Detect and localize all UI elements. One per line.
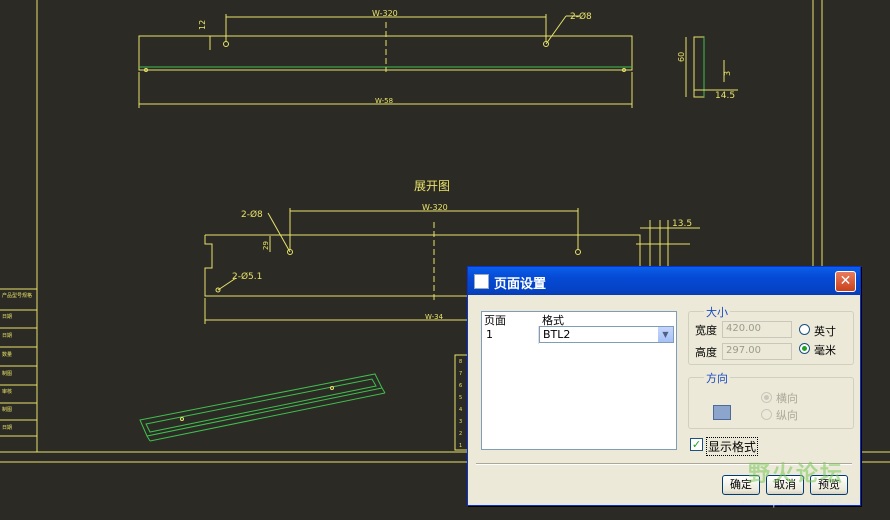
unit-mm-label: 毫米 (814, 344, 836, 357)
unit-mm-radio[interactable] (799, 343, 810, 354)
table-right-cell: 3 (459, 419, 462, 425)
top-hole-leader (545, 15, 567, 45)
dim-top-w320: W-320 (372, 9, 398, 18)
dialog-separator (476, 463, 852, 465)
unit-inch-label: 英寸 (814, 325, 836, 338)
close-button[interactable]: ✕ (835, 271, 856, 292)
format-select[interactable]: BTL2 ▼ (539, 326, 674, 343)
dim-unfold-135: 13.5 (672, 219, 692, 229)
iso-model (139, 373, 386, 442)
row-page-number[interactable]: 1 (486, 328, 493, 341)
table-right-cell: 2 (459, 431, 462, 437)
dim-top-hole: 2-Ø8 (570, 11, 592, 22)
size-group-legend: 大小 (704, 304, 730, 320)
show-format-checkbox[interactable]: ✓ (690, 438, 703, 451)
radio-selected-dot (802, 346, 807, 351)
table-right-cell: 4 (459, 407, 462, 413)
table-left-cell: 日期 (2, 333, 12, 339)
table-left-cell: 产品型号规格 (2, 292, 32, 299)
unfold-hole-leader (267, 212, 291, 253)
dim-side-60: 60 (677, 52, 686, 62)
top-view-hole-left (223, 41, 229, 47)
portrait-radio[interactable] (761, 409, 772, 420)
unfold-hole-right (575, 249, 581, 255)
width-label: 宽度 (695, 324, 717, 337)
table-right-cell: 1 (459, 443, 462, 449)
dim-unfold-w320: W-320 (422, 203, 448, 212)
table-right-cell: 7 (459, 371, 462, 377)
page-orientation-icon (713, 405, 731, 420)
dim-top-w58: W-58 (375, 97, 393, 105)
table-left-cell: 制图 (2, 406, 12, 413)
format-select-value: BTL2 (543, 328, 571, 341)
ok-button[interactable]: 确定 (722, 475, 760, 495)
dim-unfold-hole51: 2-Ø5.1 (232, 271, 262, 282)
width-input[interactable]: 420.00 (722, 321, 792, 338)
height-label: 高度 (695, 346, 717, 359)
dialog-titlebar[interactable]: 页面设置 ✕ (468, 267, 860, 295)
dialog-title: 页面设置 (494, 277, 547, 292)
dim-side-3: 3 (723, 71, 732, 76)
table-left-cell: 制图 (2, 370, 12, 377)
dim-unfold-w34: W-34 (425, 313, 444, 321)
table-right-cell: 8 (459, 359, 462, 365)
landscape-radio[interactable] (761, 392, 772, 403)
cancel-button[interactable]: 取消 (766, 475, 804, 495)
column-header-page: 页面 (484, 314, 506, 327)
dim-unfold-29: 29 (262, 241, 270, 250)
side-view-part (693, 36, 705, 98)
dim-top-h12: 12 (198, 20, 207, 30)
page-setup-dialog: 页面设置 ✕ 页面 格式 1 BTL2 ▼ 大小 宽度 420.00 英寸 高度… (467, 266, 861, 506)
table-left-cell: 日期 (2, 425, 12, 431)
table-left-cell: 数量 (2, 351, 12, 358)
dim-side-145: 14.5 (715, 91, 735, 101)
portrait-label: 纵向 (776, 409, 798, 422)
preview-button[interactable]: 预览 (810, 475, 848, 495)
height-input[interactable]: 297.00 (722, 343, 792, 360)
show-format-label[interactable]: 显示格式 (706, 437, 759, 456)
chevron-down-icon[interactable]: ▼ (658, 327, 673, 342)
radio-selected-dot (764, 395, 769, 400)
window-icon (474, 274, 489, 289)
table-left-cell: 审核 (2, 388, 12, 395)
unit-inch-radio[interactable] (799, 324, 810, 335)
dim-unfold-hole: 2-Ø8 (241, 209, 263, 220)
page-format-list[interactable]: 页面 格式 1 BTL2 ▼ (481, 311, 677, 450)
landscape-label: 横向 (776, 392, 798, 405)
table-right-cell: 5 (459, 395, 462, 401)
unfold-view-title: 展开图 (414, 179, 450, 193)
table-left-cell: 日期 (2, 314, 12, 320)
table-right-cell: 6 (459, 383, 462, 389)
orientation-group-legend: 方向 (704, 370, 730, 386)
